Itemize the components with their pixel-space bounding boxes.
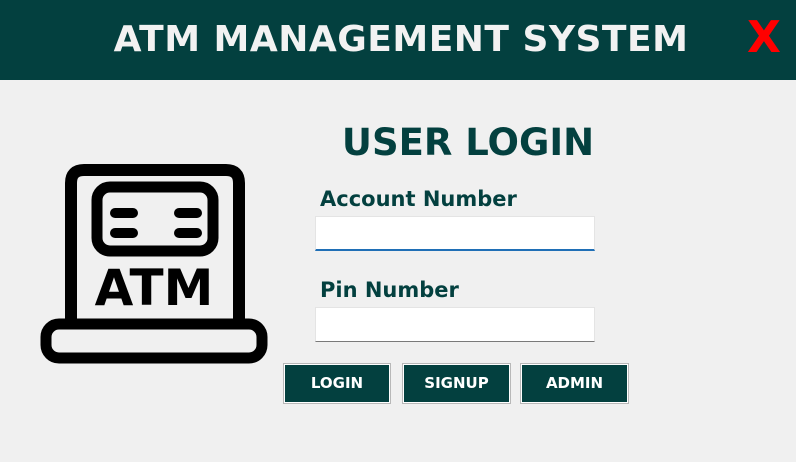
signup-button[interactable]: SIGNUP xyxy=(403,364,510,403)
admin-button[interactable]: ADMIN xyxy=(521,364,628,403)
account-number-label: Account Number xyxy=(320,187,517,211)
login-button[interactable]: LOGIN xyxy=(284,364,390,403)
login-window: ATM MANAGEMENT SYSTEM X ATM USER LOGIN A… xyxy=(0,0,796,462)
pin-number-input[interactable] xyxy=(315,307,595,342)
app-title: ATM MANAGEMENT SYSTEM xyxy=(113,19,689,60)
page-title: USER LOGIN xyxy=(341,121,595,164)
close-button[interactable]: X xyxy=(744,14,784,62)
account-number-input[interactable] xyxy=(315,216,595,251)
title-bar: ATM MANAGEMENT SYSTEM X xyxy=(0,0,796,80)
atm-icon-label: ATM xyxy=(95,259,214,317)
pin-number-label: Pin Number xyxy=(320,278,459,302)
atm-machine-icon: ATM xyxy=(40,163,268,365)
